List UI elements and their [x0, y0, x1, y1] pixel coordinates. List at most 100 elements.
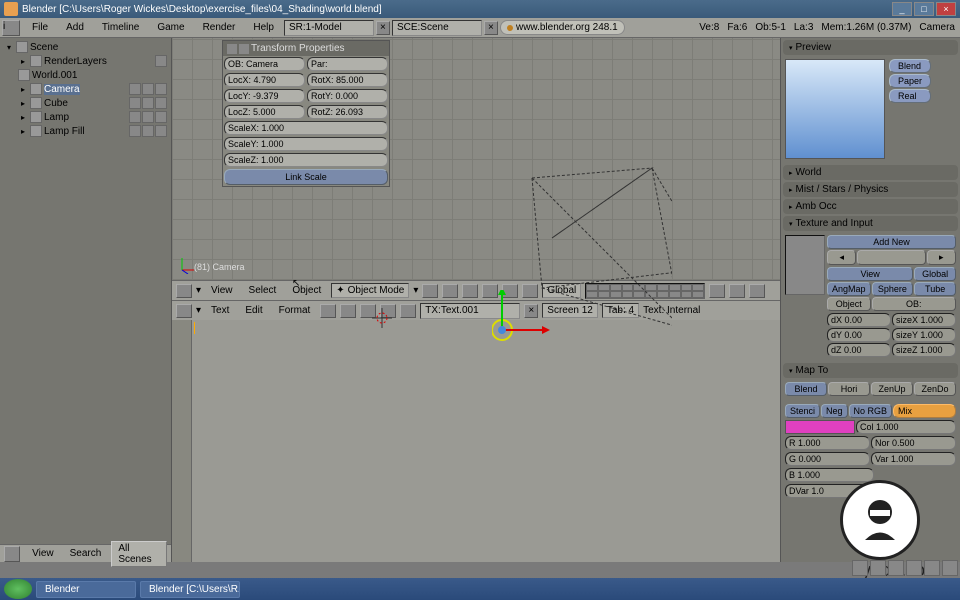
render-icon[interactable]	[749, 284, 765, 298]
restrict-icon[interactable]	[155, 55, 167, 67]
tube-button[interactable]: Tube	[914, 282, 956, 296]
text-menu[interactable]: Text	[205, 303, 235, 318]
menu-game[interactable]: Game	[149, 20, 192, 35]
layer-buttons[interactable]	[585, 283, 705, 299]
font-icon[interactable]	[400, 304, 416, 318]
ob-field[interactable]: OB:	[872, 297, 956, 311]
neg-toggle[interactable]: Neg	[821, 404, 848, 418]
url-bar[interactable]: www.blender.org 248.1	[500, 20, 625, 35]
panel-collapse-icon[interactable]	[239, 44, 249, 54]
visibility-icon[interactable]	[129, 125, 141, 137]
chevron-down-icon[interactable]: ▾	[196, 305, 201, 316]
tree-world[interactable]: World.001	[2, 68, 169, 82]
mode-dropdown[interactable]: ✦ Object Mode	[331, 283, 409, 298]
chevron-down-icon[interactable]: ▾	[196, 285, 201, 296]
link-scale-button[interactable]: Link Scale	[224, 169, 388, 185]
tex-nav-prev[interactable]: ◂	[827, 250, 856, 265]
texinput-header[interactable]: ▾Texture and Input	[783, 216, 958, 231]
preview-header[interactable]: ▾Preview	[783, 40, 958, 55]
dx-field[interactable]: dX 0.00	[827, 313, 891, 327]
sizex-field[interactable]: sizeX 1.000	[892, 313, 956, 327]
tree-lamp-fill[interactable]: ▸ Lamp Fill	[2, 124, 169, 138]
scalex-field[interactable]: ScaleX: 1.000	[224, 121, 388, 135]
format-menu[interactable]: Format	[273, 303, 317, 318]
edit-menu[interactable]: Edit	[239, 303, 268, 318]
preview-real-button[interactable]: Real	[889, 89, 931, 103]
text-editor[interactable]	[172, 320, 780, 562]
pivot-icon[interactable]	[442, 284, 458, 298]
outliner-tree[interactable]: ▾ Scene ▸ RenderLayers World.001 ▸ Camer…	[0, 38, 171, 544]
menu-add[interactable]: Add	[58, 20, 92, 35]
outliner-view[interactable]: View	[26, 546, 60, 561]
context-icon[interactable]	[924, 560, 940, 576]
mist-header[interactable]: ▸Mist / Stars / Physics	[783, 182, 958, 197]
wordwrap-icon[interactable]	[340, 304, 356, 318]
context-icon[interactable]	[906, 560, 922, 576]
angmap-button[interactable]: AngMap	[827, 282, 871, 296]
visibility-icon[interactable]	[129, 83, 141, 95]
mapto-header[interactable]: ▾Map To	[783, 363, 958, 378]
tree-cube[interactable]: ▸ Cube	[2, 96, 169, 110]
select-icon[interactable]	[142, 125, 154, 137]
dz-field[interactable]: dZ 0.00	[827, 343, 891, 357]
context-icon[interactable]	[942, 560, 958, 576]
sizey-field[interactable]: sizeY 1.000	[892, 328, 956, 342]
object-button[interactable]: Object	[827, 297, 871, 311]
expand-icon[interactable]: ▸	[18, 56, 28, 66]
visibility-icon[interactable]	[129, 97, 141, 109]
transform-panel[interactable]: Transform Properties OB: Camera Par: Loc…	[222, 40, 390, 187]
context-icon[interactable]	[888, 560, 904, 576]
taskbar-blender-file[interactable]: Blender [C:\Users\R...	[140, 581, 240, 598]
select-icon[interactable]	[142, 83, 154, 95]
scene-field[interactable]: SCE:Scene	[392, 20, 482, 36]
preview-paper-button[interactable]: Paper	[889, 74, 931, 88]
render-icon[interactable]	[155, 125, 167, 137]
expand-icon[interactable]: ▸	[18, 98, 28, 108]
3dview-type-icon[interactable]	[176, 284, 192, 298]
scaley-field[interactable]: ScaleY: 1.000	[224, 137, 388, 151]
stencil-toggle[interactable]: Stenci	[785, 404, 820, 418]
render-icon[interactable]	[155, 97, 167, 109]
shading-icon[interactable]	[422, 284, 438, 298]
close-button[interactable]: ×	[936, 2, 956, 16]
tex-name-field[interactable]	[857, 250, 925, 265]
expand-icon[interactable]: ▸	[18, 84, 28, 94]
menu-help[interactable]: Help	[245, 20, 282, 35]
scalez-field[interactable]: ScaleZ: 1.000	[224, 153, 388, 167]
locy-field[interactable]: LocY: -9.379	[224, 89, 305, 103]
taskbar-blender[interactable]: Blender	[36, 581, 136, 598]
var-field[interactable]: Var 1.000	[871, 452, 956, 466]
preview-blend-button[interactable]: Blend	[889, 59, 931, 73]
chevron-down-icon[interactable]: ▾	[413, 285, 418, 296]
collapse-icon[interactable]: ▾	[789, 220, 793, 228]
tab-field[interactable]: Tab: 4	[602, 303, 639, 318]
info-icon[interactable]: i	[2, 20, 20, 36]
select-icon[interactable]	[142, 97, 154, 109]
tree-scene[interactable]: ▾ Scene	[2, 40, 169, 54]
add-new-button[interactable]: Add New	[827, 235, 956, 249]
context-icon[interactable]	[870, 560, 886, 576]
view-menu[interactable]: View	[205, 283, 239, 298]
locx-field[interactable]: LocX: 4.790	[224, 73, 305, 87]
select-menu[interactable]: Select	[243, 283, 283, 298]
expand-icon[interactable]: ▾	[4, 42, 14, 52]
manipulator-toggle-icon[interactable]	[462, 284, 478, 298]
locz-field[interactable]: LocZ: 5.000	[224, 105, 305, 119]
sphere-button[interactable]: Sphere	[872, 282, 914, 296]
dy-field[interactable]: dY 0.00	[827, 328, 891, 342]
context-icon[interactable]	[852, 560, 868, 576]
viewport-3d[interactable]: Transform Properties OB: Camera Par: Loc…	[172, 38, 780, 280]
norgb-toggle[interactable]: No RGB	[849, 404, 893, 418]
transform-header[interactable]: Transform Properties	[223, 41, 389, 56]
render-icon[interactable]	[155, 83, 167, 95]
visibility-icon[interactable]	[129, 111, 141, 123]
start-button[interactable]	[4, 579, 32, 599]
nor-field[interactable]: Nor 0.500	[871, 436, 956, 450]
expand-icon[interactable]: ▸	[789, 203, 793, 211]
scene-close-icon[interactable]: ×	[484, 21, 498, 35]
minimize-button[interactable]: _	[892, 2, 912, 16]
screen-close-icon[interactable]: ×	[376, 21, 390, 35]
view-button[interactable]: View	[827, 267, 913, 281]
col-field[interactable]: Col 1.000	[856, 420, 956, 434]
menu-file[interactable]: File	[24, 20, 56, 35]
